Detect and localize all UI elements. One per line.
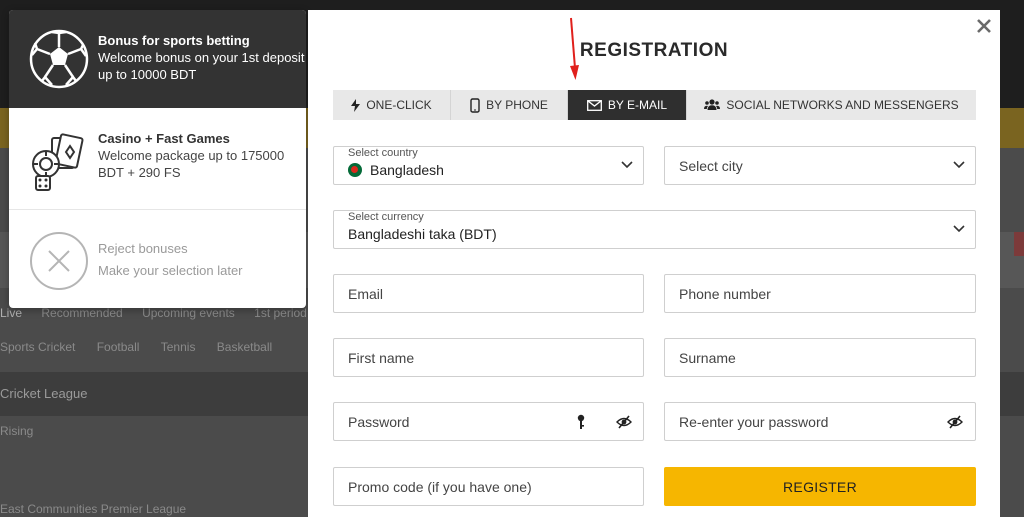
country-value: Bangladesh	[370, 162, 444, 178]
lightning-icon	[351, 98, 361, 112]
chevron-down-icon	[621, 161, 633, 169]
soccer-ball-icon	[28, 28, 90, 90]
bonus-title: Reject bonuses	[98, 241, 188, 256]
envelope-icon	[586, 99, 602, 111]
promo-code-field[interactable]	[333, 467, 644, 506]
registration-tabs: ONE-CLICK BY PHONE BY E-MAIL SOCIAL NETW…	[333, 90, 976, 120]
background-row: Rising	[0, 424, 34, 438]
city-input[interactable]	[679, 147, 939, 184]
tab-label: BY E-MAIL	[607, 98, 668, 112]
surname-input[interactable]	[679, 339, 964, 376]
tab-one-click[interactable]: ONE-CLICK	[333, 90, 451, 120]
bonus-title: Bonus for sports betting	[98, 33, 250, 48]
tab-by-email[interactable]: BY E-MAIL	[568, 90, 687, 120]
promo-code-input[interactable]	[348, 468, 633, 505]
chevron-down-icon	[953, 161, 965, 169]
background-nav-item: Live	[0, 306, 23, 320]
background-sport-item: Tennis	[160, 340, 196, 354]
background-side-tab	[1014, 232, 1024, 256]
background-nav-item: Recommended	[41, 306, 123, 320]
background-nav-item: Upcoming events	[142, 306, 235, 320]
password-field[interactable]	[333, 402, 644, 441]
registration-modal: REGISTRATION ONE-CLICK BY PHONE BY E-MAI…	[308, 10, 1000, 517]
background-sport-item: Basketball	[216, 340, 273, 354]
city-select[interactable]	[664, 146, 976, 185]
phone-field[interactable]	[664, 274, 976, 313]
phone-icon	[470, 97, 480, 113]
currency-value: Bangladeshi taka (BDT)	[348, 226, 497, 242]
bonus-description: Welcome bonus on your 1st deposit up to …	[98, 50, 305, 82]
close-icon[interactable]	[974, 17, 994, 37]
bonus-option-reject[interactable]: Reject bonuses Make your selection later	[9, 220, 306, 308]
bonus-option-casino[interactable]: Casino + Fast Games Welcome package up t…	[9, 120, 306, 210]
eye-slash-icon[interactable]	[947, 415, 963, 434]
email-field[interactable]	[333, 274, 644, 313]
background-league-title: Cricket League	[0, 386, 88, 401]
first-name-field[interactable]	[333, 338, 644, 377]
casino-chips-cards-icon	[28, 132, 90, 194]
reenter-password-input[interactable]	[679, 403, 934, 440]
bangladesh-flag-icon	[348, 163, 362, 177]
phone-input[interactable]	[679, 275, 964, 312]
tab-label: BY PHONE	[486, 98, 548, 112]
chevron-down-icon	[953, 225, 965, 233]
tab-label: ONE-CLICK	[366, 98, 432, 112]
field-label: Select country	[348, 147, 418, 159]
email-input[interactable]	[348, 275, 633, 312]
background-sport-item: Sports Cricket	[0, 340, 76, 354]
currency-select[interactable]: Select currency Bangladeshi taka (BDT)	[333, 210, 976, 249]
reject-x-icon	[28, 230, 90, 292]
background-nav-item: 1st period	[254, 306, 307, 320]
password-input[interactable]	[348, 403, 563, 440]
country-value-wrap: Bangladesh	[348, 162, 444, 178]
field-label: Select currency	[348, 211, 424, 223]
register-button[interactable]: REGISTER	[664, 467, 976, 506]
tab-label: SOCIAL NETWORKS AND MESSENGERS	[726, 98, 959, 112]
users-icon	[704, 99, 721, 110]
background-sport-item: Football	[96, 340, 140, 354]
country-select[interactable]: Select country Bangladesh	[333, 146, 644, 185]
bonus-description: Welcome package up to 175000 BDT + 290 F…	[98, 148, 285, 180]
first-name-input[interactable]	[348, 339, 633, 376]
bonus-description: Make your selection later	[98, 263, 243, 278]
page-title: REGISTRATION	[579, 40, 729, 61]
bonus-panel: Bonus for sports betting Welcome bonus o…	[9, 10, 306, 308]
bonus-title: Casino + Fast Games	[98, 131, 230, 146]
tab-social-networks[interactable]: SOCIAL NETWORKS AND MESSENGERS	[687, 90, 976, 120]
key-icon[interactable]	[577, 414, 585, 435]
background-sports: Sports Cricket Football Tennis Basketbal…	[0, 340, 320, 364]
tab-by-phone[interactable]: BY PHONE	[451, 90, 568, 120]
surname-field[interactable]	[664, 338, 976, 377]
bonus-option-sports[interactable]: Bonus for sports betting Welcome bonus o…	[9, 10, 306, 108]
eye-slash-icon[interactable]	[616, 415, 632, 434]
background-nav: Live Recommended Upcoming events 1st per…	[0, 306, 320, 330]
background-row: East Communities Premier League	[0, 502, 187, 516]
reenter-password-field[interactable]	[664, 402, 976, 441]
